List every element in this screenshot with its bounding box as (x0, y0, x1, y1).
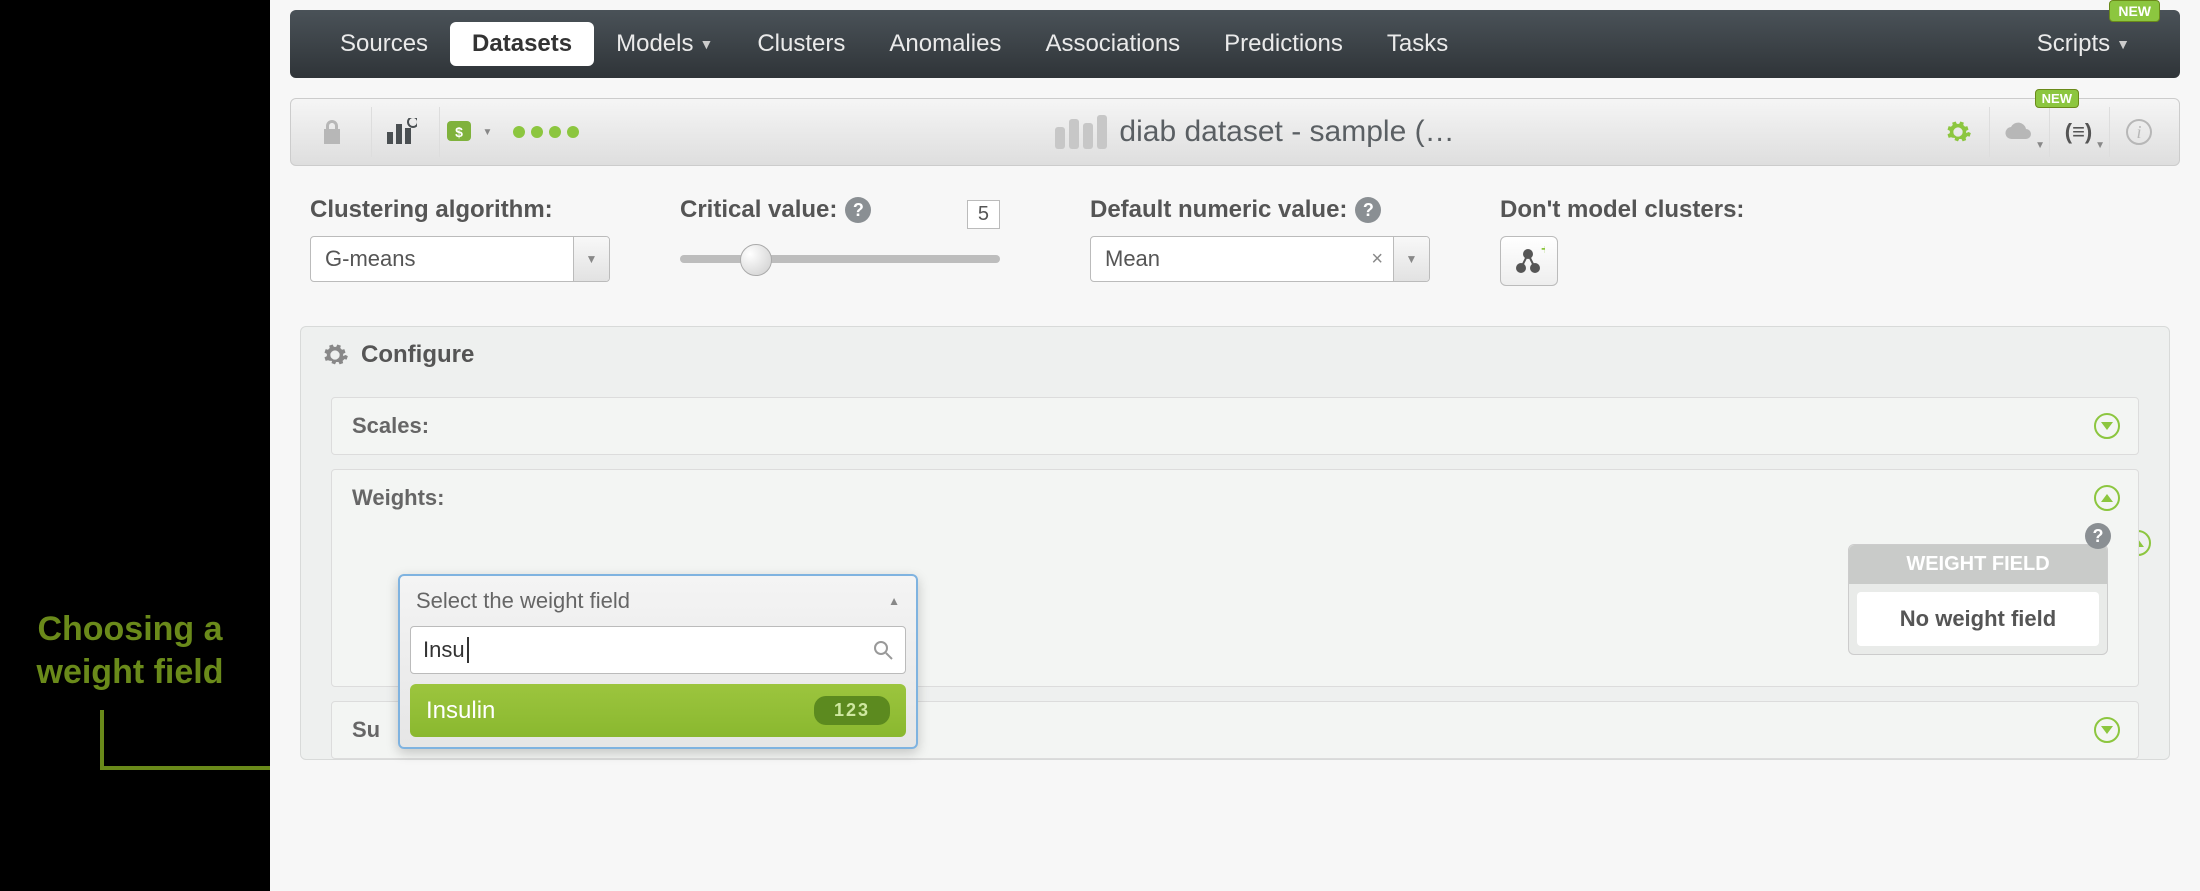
stats-button[interactable] (371, 107, 429, 157)
search-text: Insu (423, 637, 465, 663)
weights-subpanel: Weights: ? WEIGHT FIELD No weight field … (331, 469, 2139, 687)
histogram-icon (1053, 115, 1109, 149)
weights-title: Weights: (352, 485, 444, 511)
nav-sources[interactable]: Sources (318, 22, 450, 66)
annotation-label: Choosing a weight field (0, 608, 260, 693)
top-nav: Sources Datasets Models▼ Clusters Anomal… (290, 10, 2180, 78)
chevron-down-icon: ▼ (483, 127, 493, 138)
clear-icon[interactable]: × (1361, 248, 1393, 271)
collapse-toggle[interactable] (2094, 485, 2120, 511)
weights-header[interactable]: Weights: (332, 470, 2138, 526)
dataset-title: diab dataset - sample (… (589, 115, 1919, 149)
dropdown-placeholder[interactable]: Select the weight field ▲ (400, 576, 916, 626)
nav-datasets[interactable]: Datasets (450, 22, 594, 66)
slider-thumb[interactable] (740, 244, 772, 276)
new-badge: NEW (2109, 0, 2160, 22)
model-action-button[interactable]: $ ▼ (439, 107, 497, 157)
nav-anomalies[interactable]: Anomalies (867, 22, 1023, 66)
scales-title: Scales: (352, 413, 429, 439)
chevron-down-icon: ▼ (2095, 140, 2105, 151)
configure-header[interactable]: Configure (301, 327, 2169, 383)
chevron-down-icon: ▼ (2116, 36, 2130, 52)
dont-model-label: Don't model clusters: (1500, 196, 1780, 224)
nav-clusters[interactable]: Clusters (735, 22, 867, 66)
help-icon[interactable]: ? (1355, 197, 1381, 223)
gears-icon (321, 341, 349, 369)
formula-icon: (≡) (2065, 119, 2093, 145)
scales-subpanel: Scales: (331, 397, 2139, 455)
lock-icon (320, 119, 344, 145)
nav-associations[interactable]: Associations (1023, 22, 1202, 66)
gears-icon (1944, 118, 1972, 146)
bar-chart-icon (385, 118, 417, 146)
option-label: Insulin (426, 697, 495, 725)
dataset-toolbar: $ ▼ diab dataset - sample (… ▼ (≡) ▼ (290, 98, 2180, 166)
nav-models[interactable]: Models▼ (594, 22, 735, 66)
formula-button[interactable]: (≡) ▼ (2049, 107, 2107, 157)
collapse-toggle[interactable] (2094, 413, 2120, 439)
info-icon: i (2126, 119, 2152, 145)
numeric-value-select[interactable]: Mean × ▼ (1090, 236, 1430, 282)
privacy-lock-button[interactable] (303, 107, 361, 157)
chevron-down-icon: ▼ (573, 237, 609, 281)
algorithm-label: Clustering algorithm: (310, 196, 610, 224)
info-button[interactable]: i (2109, 107, 2167, 157)
weight-field-dropdown[interactable]: Select the weight field ▲ Insu Insulin 1… (398, 574, 918, 749)
chevron-down-icon: ▼ (699, 36, 713, 52)
svg-text:i: i (2136, 122, 2141, 142)
chevron-up-icon: ▲ (888, 594, 900, 608)
dropdown-search-input[interactable]: Insu (410, 626, 906, 674)
help-icon[interactable]: ? (845, 197, 871, 223)
algorithm-value: G-means (311, 246, 573, 272)
new-badge: NEW (2035, 89, 2079, 108)
svg-text:+: + (1541, 246, 1545, 258)
numeric-type-badge: 123 (814, 696, 890, 725)
model-icon: $ (445, 117, 479, 147)
algorithm-select[interactable]: G-means ▼ (310, 236, 610, 282)
gear-action-button[interactable] (1929, 107, 1987, 157)
weight-field-value: No weight field (1857, 592, 2099, 646)
search-icon (873, 640, 893, 660)
collapse-toggle[interactable] (2094, 717, 2120, 743)
nav-scripts[interactable]: Scripts▼ (2015, 22, 2152, 66)
scales-header[interactable]: Scales: (332, 398, 2138, 454)
cluster-config-row: Clustering algorithm: G-means ▼ Critical… (270, 166, 2200, 326)
configure-title: Configure (361, 341, 474, 369)
dont-model-toggle[interactable]: + (1500, 236, 1558, 286)
numeric-value: Mean (1091, 246, 1361, 272)
nav-tasks[interactable]: Tasks (1365, 22, 1470, 66)
svg-text:$: $ (455, 124, 463, 140)
configure-panel: Configure Scales: Weights: ? WEIGHT FIEL… (300, 326, 2170, 760)
critical-value-readout: 5 (967, 200, 1000, 229)
chevron-down-icon: ▼ (1393, 237, 1429, 281)
progress-dots (507, 126, 579, 138)
summary-title: Su (352, 717, 380, 743)
chevron-down-icon: ▼ (2035, 140, 2045, 151)
cloud-action-button[interactable]: ▼ (1989, 107, 2047, 157)
dropdown-option-insulin[interactable]: Insulin 123 (410, 684, 906, 737)
help-icon[interactable]: ? (2085, 523, 2111, 549)
numeric-value-label: Default numeric value: ? (1090, 196, 1430, 224)
cluster-model-icon: + (1513, 246, 1545, 276)
weight-field-box: ? WEIGHT FIELD No weight field (1848, 544, 2108, 655)
weight-field-title: WEIGHT FIELD (1849, 545, 2107, 584)
nav-predictions[interactable]: Predictions (1202, 22, 1365, 66)
cloud-refresh-icon (2004, 119, 2034, 145)
critical-value-slider[interactable]: 5 (680, 236, 1000, 282)
